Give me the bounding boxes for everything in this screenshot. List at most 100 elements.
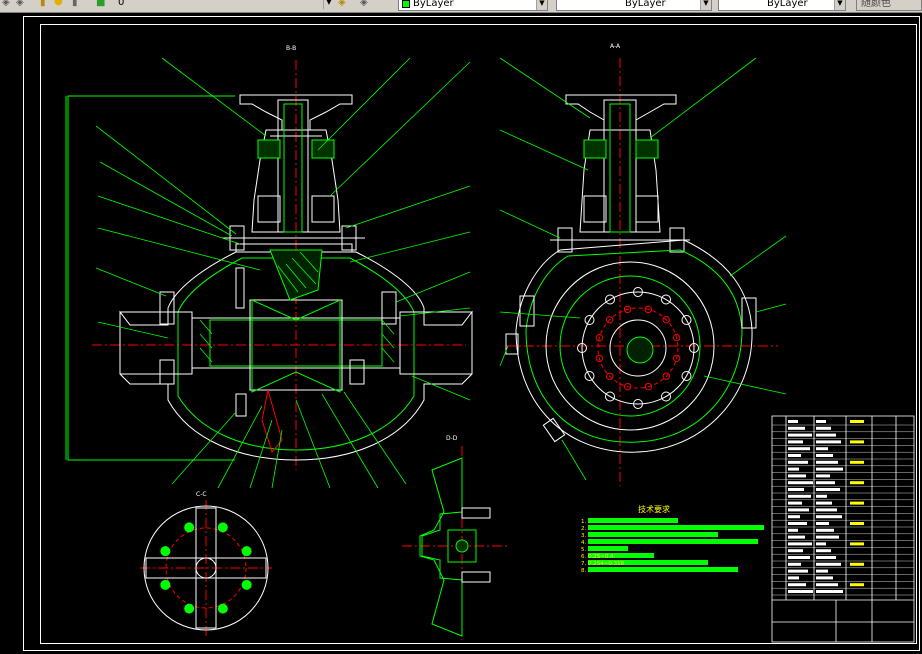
chevron-down-icon[interactable]: ▼ [323,0,334,9]
section-view-bb [65,60,473,470]
parts-row-text [816,481,835,485]
parts-row-text [816,454,833,457]
parts-row-text [850,481,864,485]
layer-previous-icon[interactable]: ◈ [16,0,24,10]
tech-note-3: 3. [581,533,586,539]
color-dropdown[interactable]: ByLayer ▼ [398,0,548,11]
make-current-icon[interactable]: ◈ [338,0,346,10]
parts-row-text [816,447,828,451]
inner-frame [40,24,917,644]
parts-row-text [850,501,864,505]
parts-row-text [816,542,826,546]
parts-row-text [788,420,798,423]
bolt-hole-cc [241,546,252,557]
bolt-hole-cc [184,603,195,614]
parts-row-text [816,508,837,512]
color-swatch [402,0,410,8]
parts-row-text [788,460,808,464]
parts-row-text [788,474,806,478]
parts-row-text [788,528,798,532]
parts-row-text [816,420,826,423]
parts-row-text [788,426,805,430]
parts-row-text [788,494,811,498]
tech-note-6: 6. 0.25~0.4 [581,554,614,560]
parts-row-text [788,467,799,471]
parts-row-text [816,522,829,525]
parts-row-text [788,488,804,491]
parts-row-text [816,528,834,532]
drawing-canvas[interactable]: B-B A-A C-C D-D 技术要求 1. 2. 3. 4. 5. 6. 0… [0,12,922,654]
parts-row-text [788,590,813,593]
tech-note-2: 2. [581,526,586,532]
parts-row-text [816,467,843,471]
parts-row-text [788,515,800,519]
parts-row-text [788,556,810,559]
section-label-cc: C-C [196,491,207,498]
bolt-hole-cc [241,579,252,590]
parts-row-text [816,426,831,430]
parts-row-text [788,542,812,546]
parts-row-text [788,522,807,525]
section-view-dd [402,446,510,640]
layer-dropdown[interactable]: 0 ▼ [108,0,334,11]
plotstyle-value: 随颜色 [861,0,891,9]
linetype-value: ByLayer [625,0,666,9]
tech-note-4: 4. [581,540,586,546]
parts-row-text [816,501,832,505]
plotstyle-dropdown[interactable]: 随颜色 [856,0,922,11]
freeze-icon: ▮ [72,0,78,8]
layer-state-icon[interactable]: ◈ [2,0,10,10]
parts-row-text [816,460,838,464]
chevron-down-icon[interactable]: ▼ [536,0,547,10]
parts-row-text [816,488,840,491]
parts-row-text [816,494,827,498]
parts-row-text [850,440,864,444]
parts-row-text [788,454,801,457]
tech-note-5: 5. [581,547,586,553]
bolt-hole-cc [160,546,171,557]
parts-row-text [816,474,830,478]
parts-row-text [788,447,810,451]
tech-note-7: 7. 0.254~0.318 [581,561,625,567]
parts-row-text [788,549,803,553]
technical-requirements: 技术要求 1. 2. 3. 4. 5. 6. 0.25~0.4 7. 0.254… [581,504,764,574]
parts-row-text [788,481,813,485]
parts-row-text [816,433,836,437]
parts-row-text [788,535,805,539]
parts-row-text [816,535,839,539]
parts-row-text [816,576,833,580]
chevron-down-icon[interactable]: ▼ [834,0,845,10]
leader-lines-right [499,57,787,481]
lineweight-dropdown[interactable]: ByLayer ▼ [718,0,846,11]
color-value: ByLayer [413,0,454,9]
section-view-cc [140,500,272,636]
parts-row-text [850,522,864,525]
parts-row-text [850,460,864,464]
bolt-hole-cc [217,522,228,533]
parts-row-text [816,549,831,553]
parts-row-text [816,562,841,566]
parts-row-text [816,515,842,519]
layer-color-icon: ■ [96,0,106,8]
parts-row-text [788,562,801,566]
linetype-dropdown[interactable]: ByLayer ▼ [556,0,712,11]
lock-icon: ▮ [40,0,46,8]
parts-row-text [850,542,864,546]
parts-row-text [788,569,808,573]
parts-row-text [788,433,812,437]
sun-icon: ● [54,0,63,7]
section-label-dd: D-D [446,435,458,442]
parts-list-rows [772,420,914,596]
parts-row-text [788,508,809,512]
layer-previous-icon-2[interactable]: ◈ [360,0,368,10]
chevron-down-icon[interactable]: ▼ [700,0,711,10]
parts-row-text [816,556,836,559]
bolt-hole-cc [160,579,171,590]
parts-row-text [816,440,841,444]
tech-title: 技术要求 [638,504,670,514]
section-label-aa: A-A [610,43,621,50]
parts-row-text [816,583,838,587]
parts-row-text [850,562,864,566]
parts-row-text [850,583,864,587]
layer-value: 0 [118,0,125,8]
